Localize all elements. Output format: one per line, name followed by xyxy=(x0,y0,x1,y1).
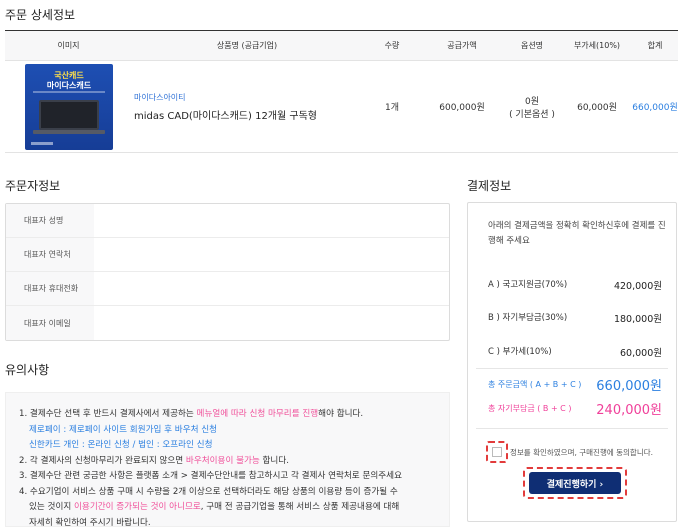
vat-value: 60,000원 xyxy=(577,103,617,113)
notes-list: 1. 결제수단 선택 후 반드시 결제사에서 제공하는 메뉴얼에 따라 신청 마… xyxy=(19,407,429,527)
note-line: 3. 결제수단 관련 궁금한 사항은 플랫폼 소개 > 결제수단안내를 참고하시… xyxy=(19,471,402,481)
info-label: 대표자 성명 xyxy=(6,204,94,237)
note-text: 합니다. xyxy=(259,455,289,466)
total-self-label: 총 자기부담금 ( B + C ) xyxy=(488,404,572,413)
note-highlight: 바우처이용이 불가능 xyxy=(185,455,260,466)
payment-divider xyxy=(476,428,668,429)
note-highlight: 이용기간이 증가되는 것이 아니므로 xyxy=(74,502,201,512)
info-row-phone: 대표자 연락처 xyxy=(6,238,449,272)
laptop-icon xyxy=(39,99,99,130)
payment-line-label: C ) 부가세(10%) xyxy=(488,347,552,357)
header-total: 합계 xyxy=(647,41,663,50)
info-row-mobile: 대표자 휴대전화 xyxy=(6,272,449,306)
payment-line-a: A ) 국고지원금(70%) 420,000원 xyxy=(488,278,662,292)
payment-line-c: C ) 부가세(10%) 60,000원 xyxy=(488,345,662,359)
order-detail-title: 주문 상세정보 xyxy=(5,8,76,22)
header-supply-price: 공급가액 xyxy=(447,41,477,50)
laptop-base-icon xyxy=(33,129,105,134)
orderer-info-box: 대표자 성명 대표자 연락처 대표자 휴대전화 대표자 이메일 xyxy=(5,203,450,341)
payment-title: 결제정보 xyxy=(467,179,512,193)
payment-line-amount: 420,000원 xyxy=(613,281,662,292)
order-table: 이미지 상품명 (공급기업) 수량 공급가액 옵션명 부가세(10%) 합계 국… xyxy=(5,30,678,153)
header-image: 이미지 xyxy=(57,41,80,50)
header-option: 옵션명 xyxy=(520,41,544,50)
info-label: 대표자 연락처 xyxy=(6,238,94,271)
table-row: 국산캐드 마이다스캐드 마이다스아이티 midas CAD(마이다스캐드) 12… xyxy=(5,61,678,153)
checkbox-icon xyxy=(492,447,502,457)
note-text: , 구매 전 공급기업을 통해 서비스 상품 제공내용에 대해 xyxy=(200,502,400,512)
supply-price-value: 600,000원 xyxy=(439,103,485,113)
brand-logo-icon xyxy=(31,141,53,145)
header-vat: 부가세(10%) xyxy=(573,41,621,50)
note-line: 4. 수요기업이 서비스 상품 구매 시 수량을 2개 이상으로 선택하더라도 … xyxy=(19,486,398,497)
payment-line-b: B ) 자기부담금(30%) 180,000원 xyxy=(488,311,662,325)
payment-box: 아래의 결제금액을 정확히 확인하신후에 결제를 진행해 주세요 A ) 국고지… xyxy=(467,202,677,522)
info-label: 대표자 휴대전화 xyxy=(6,272,94,305)
payment-description: 아래의 결제금액을 정확히 확인하신후에 결제를 진행해 주세요 xyxy=(488,221,666,246)
orderer-title: 주문자정보 xyxy=(5,179,61,193)
note-text: 1. 결제수단 선택 후 반드시 결제사에서 제공하는 xyxy=(19,409,197,419)
info-label: 대표자 이메일 xyxy=(6,306,94,340)
agree-row: 정보를 확인하였으며, 구매진행에 동의합니다. xyxy=(486,441,653,463)
total-order-label: 총 주문금액 ( A + B + C ) xyxy=(488,380,582,389)
total-order-line: 총 주문금액 ( A + B + C ) 660,000원 xyxy=(488,375,662,394)
option-name: ( 기본옵션 ) xyxy=(509,109,555,120)
pay-button-highlight: 결제진행하기 › xyxy=(523,467,627,499)
option-price: 0원 xyxy=(524,96,539,107)
total-self-line: 총 자기부담금 ( B + C ) 240,000원 xyxy=(488,399,662,418)
notes-box: 1. 결제수단 선택 후 반드시 결제사에서 제공하는 메뉴얼에 따라 신청 마… xyxy=(5,392,450,527)
note-text: 있는 것이지 xyxy=(29,502,74,512)
product-thumbnail-cell: 국산캐드 마이다스캐드 xyxy=(5,63,132,150)
payment-line-amount: 180,000원 xyxy=(613,314,662,325)
qty-value: 1개 xyxy=(384,103,399,113)
notes-title: 유의사항 xyxy=(5,363,50,377)
note-line: 1. 결제수단 선택 후 반드시 결제사에서 제공하는 메뉴얼에 따라 신청 마… xyxy=(19,407,429,423)
payment-line-label: A ) 국고지원금(70%) xyxy=(488,280,568,290)
payment-line-amount: 60,000원 xyxy=(620,348,662,359)
supplier-link[interactable]: 마이다스아이티 xyxy=(134,92,362,103)
thumbnail-subline xyxy=(33,90,105,93)
header-product: 상품명 (공급기업) xyxy=(216,41,278,50)
agree-checkbox[interactable] xyxy=(486,441,508,463)
note-text: 해야 합니다. xyxy=(318,409,364,419)
thumbnail-line2: 마이다스캐드 xyxy=(46,80,92,90)
note-line: 있는 것이지 이용기간이 증가되는 것이 아니므로, 구매 전 공급기업을 통해… xyxy=(19,500,429,516)
note-line: 신한카드 개인 : 온라인 신청 / 법인 : 오프라인 신청 xyxy=(29,440,213,450)
info-row-email: 대표자 이메일 xyxy=(6,306,449,340)
note-line: 자세히 확인하여 주시기 바랍니다. xyxy=(29,517,151,527)
order-table-header: 이미지 상품명 (공급기업) 수량 공급가액 옵션명 부가세(10%) 합계 xyxy=(5,31,678,61)
note-line: 2. 각 결제사의 신청마무리가 완료되지 않으면 바우처이용이 불가능 합니다… xyxy=(19,454,429,470)
header-qty: 수량 xyxy=(384,41,400,50)
total-self-amount: 240,000원 xyxy=(596,403,662,418)
pay-button[interactable]: 결제진행하기 › xyxy=(529,472,621,494)
total-order-amount: 660,000원 xyxy=(596,379,662,394)
option-cell: 0원 ( 기본옵션 ) xyxy=(502,94,562,120)
product-thumbnail[interactable]: 국산캐드 마이다스캐드 xyxy=(25,63,113,150)
payment-line-label: B ) 자기부담금(30%) xyxy=(488,313,568,323)
payment-divider xyxy=(476,368,668,369)
product-name: midas CAD(마이다스캐드) 12개월 구독형 xyxy=(134,110,317,122)
note-text: 2. 각 결제사의 신청마무리가 완료되지 않으면 xyxy=(19,455,186,466)
agree-text: 정보를 확인하였으며, 구매진행에 동의합니다. xyxy=(510,447,654,457)
total-value: 660,000원 xyxy=(632,103,678,113)
info-row-name: 대표자 성명 xyxy=(6,204,449,238)
product-cell: 마이다스아이티 midas CAD(마이다스캐드) 12개월 구독형 xyxy=(132,92,362,122)
note-highlight: 메뉴얼에 따라 신청 마무리를 진행 xyxy=(196,409,319,419)
note-line: 제로페이 : 제로페이 사이트 회원가입 후 바우처 신청 xyxy=(29,424,218,435)
